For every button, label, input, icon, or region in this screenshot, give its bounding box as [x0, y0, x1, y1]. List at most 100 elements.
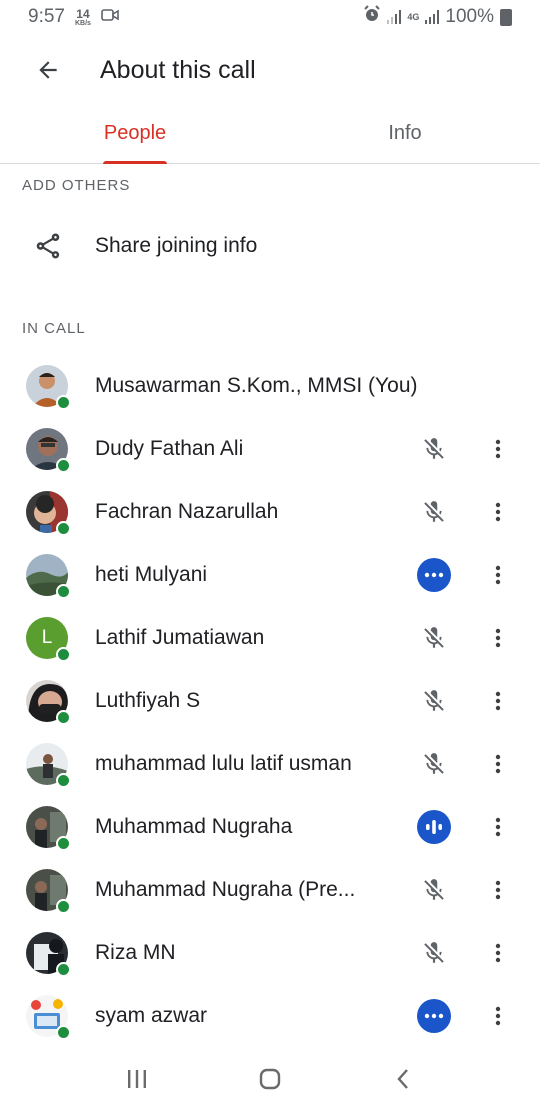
mic-off-icon — [417, 747, 451, 781]
more-options-button[interactable] — [480, 998, 516, 1034]
participant-row[interactable]: Fachran Nazarullah — [0, 480, 540, 543]
more-options-button[interactable] — [480, 872, 516, 908]
more-vert-icon — [495, 754, 501, 773]
net-speed: 14 KB/s — [75, 8, 91, 27]
participant-name: Lathif Jumatiawan — [95, 625, 265, 649]
tab-bar: People Info — [0, 104, 540, 164]
avatar — [26, 364, 71, 410]
battery-icon — [500, 8, 512, 26]
app-bar: About this call — [0, 38, 540, 102]
more-options-button[interactable] — [480, 746, 516, 782]
more-horiz-icon — [417, 557, 451, 592]
page-title: About this call — [100, 55, 256, 84]
home-button[interactable] — [245, 1059, 295, 1099]
participant-name: muhammad lulu latif usman — [95, 751, 352, 775]
more-horiz-icon — [417, 998, 451, 1033]
more-vert-icon — [495, 1006, 501, 1025]
online-indicator — [56, 457, 71, 473]
tab-people-label: People — [103, 122, 167, 144]
participant-row[interactable]: syam azwar — [0, 984, 540, 1047]
participant-row[interactable]: Luthfiyah S — [0, 669, 540, 732]
signal-icon-sim1 — [387, 10, 402, 24]
participant-name: Muhammad Nugraha (Pre... — [95, 877, 356, 901]
more-options-button[interactable] — [480, 620, 516, 656]
online-indicator — [56, 898, 71, 914]
tab-info[interactable]: Info — [270, 104, 540, 163]
online-indicator — [56, 835, 71, 851]
tab-info-label: Info — [388, 122, 422, 144]
more-vert-icon — [495, 565, 501, 584]
participant-row[interactable]: Muhammad Nugraha — [0, 795, 540, 858]
avatar — [26, 742, 71, 788]
participant-name: syam azwar — [95, 1003, 208, 1027]
online-indicator — [56, 394, 71, 410]
tab-people[interactable]: People — [0, 104, 270, 164]
avatar — [26, 868, 71, 914]
network-type: 4G — [407, 11, 420, 22]
more-options-button[interactable] — [480, 494, 516, 530]
mic-off-icon — [417, 621, 451, 655]
home-icon — [259, 1068, 281, 1090]
back-button[interactable] — [22, 44, 74, 96]
more-options-button[interactable] — [480, 809, 516, 845]
online-indicator — [56, 709, 71, 725]
online-indicator — [56, 772, 71, 788]
signal-icon-sim2 — [425, 10, 440, 24]
more-vert-icon — [495, 943, 501, 962]
recent-apps-icon — [127, 1070, 146, 1088]
participant-row[interactable]: Musawarman S.Kom., MMSI (You) — [0, 354, 540, 417]
arrow-left-icon — [39, 61, 57, 79]
system-back-button[interactable] — [378, 1059, 428, 1099]
chevron-left-icon — [397, 1069, 409, 1089]
share-icon — [36, 233, 60, 259]
participant-name: Riza MN — [95, 940, 176, 964]
alarm-icon — [363, 5, 381, 29]
share-joining-info-label: Share joining info — [95, 234, 258, 257]
participant-name: heti Mulyani — [95, 562, 208, 586]
tab-active-indicator — [103, 161, 167, 164]
participant-row[interactable]: Riza MN — [0, 921, 540, 984]
section-label-in-call: IN CALL — [22, 320, 86, 337]
more-options-button[interactable] — [480, 431, 516, 467]
participant-row[interactable]: heti Mulyani — [0, 543, 540, 606]
avatar — [26, 679, 71, 725]
more-vert-icon — [495, 817, 501, 836]
system-nav-bar — [0, 1048, 540, 1110]
online-indicator — [56, 1024, 71, 1040]
mic-off-icon — [417, 684, 451, 718]
more-vert-icon — [495, 691, 501, 710]
status-bar: 9:57 14 KB/s 4G 100% — [0, 0, 540, 34]
avatar — [26, 490, 71, 536]
participant-row[interactable]: Muhammad Nugraha (Pre... — [0, 858, 540, 921]
video-call-icon — [101, 6, 119, 28]
participant-row[interactable]: L Lathif Jumatiawan — [0, 606, 540, 669]
more-vert-icon — [495, 880, 501, 899]
status-time: 9:57 — [28, 6, 65, 27]
net-speed-value: 14 — [76, 6, 90, 21]
more-vert-icon — [495, 502, 501, 521]
participant-row[interactable]: muhammad lulu latif usman — [0, 732, 540, 795]
online-indicator — [56, 583, 71, 599]
mic-off-icon — [417, 432, 451, 466]
online-indicator — [56, 961, 71, 977]
more-options-button[interactable] — [480, 935, 516, 971]
participant-name: Musawarman S.Kom., MMSI (You) — [95, 373, 418, 397]
online-indicator — [56, 646, 71, 662]
avatar — [26, 427, 71, 473]
recent-apps-button[interactable] — [112, 1059, 162, 1099]
participant-list: Musawarman S.Kom., MMSI (You) Dudy Fatha… — [0, 354, 540, 1047]
avatar — [26, 805, 71, 851]
participant-name: Dudy Fathan Ali — [95, 436, 244, 460]
participant-name: Muhammad Nugraha — [95, 814, 293, 838]
participant-row[interactable]: Dudy Fathan Ali — [0, 417, 540, 480]
battery-percent: 100% — [445, 6, 494, 27]
mic-off-icon — [417, 495, 451, 529]
more-options-button[interactable] — [480, 683, 516, 719]
share-joining-info-button[interactable]: Share joining info — [0, 214, 540, 278]
more-options-button[interactable] — [480, 557, 516, 593]
avatar: L — [26, 616, 71, 662]
net-speed-unit: KB/s — [74, 19, 91, 27]
mic-off-icon — [417, 936, 451, 970]
participant-name: Luthfiyah S — [95, 688, 201, 712]
more-vert-icon — [495, 628, 501, 647]
